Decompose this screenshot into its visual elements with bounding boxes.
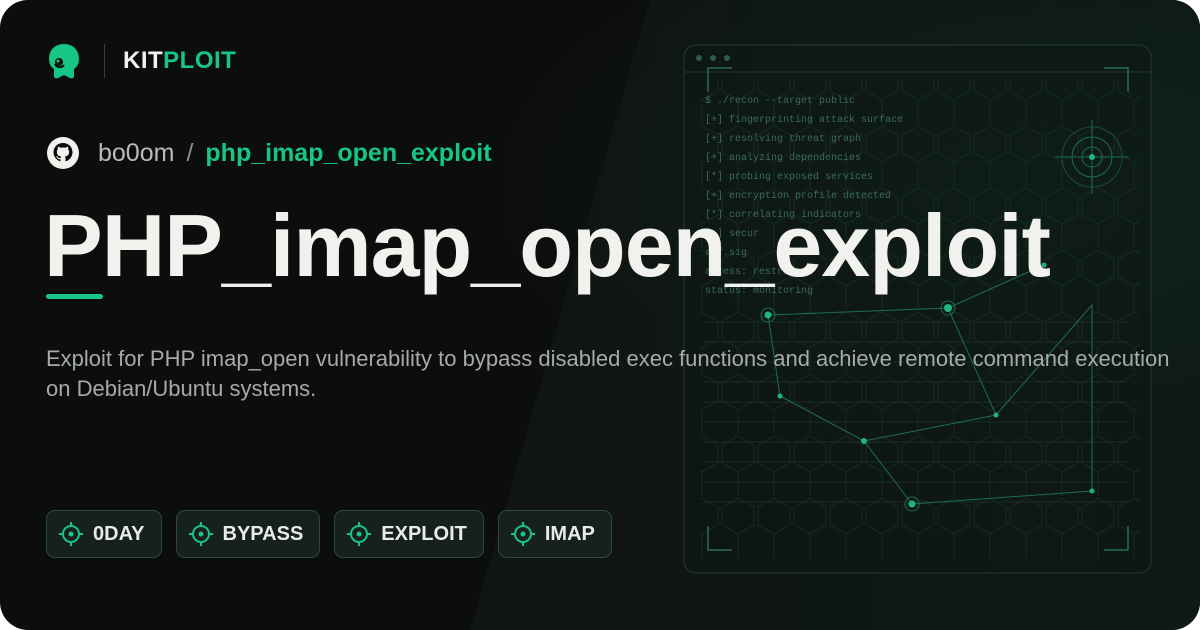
brand-wordmark-kit: KIT — [123, 47, 164, 74]
tag-bypass[interactable]: BYPASS — [175, 510, 321, 558]
tag-label: EXPLOIT — [381, 522, 467, 545]
brand-logo[interactable]: KITPLOIT — [46, 42, 236, 80]
tag-imap[interactable]: IMAP — [497, 510, 612, 558]
brand-wordmark: KITPLOIT — [123, 47, 236, 75]
breadcrumb-separator: / — [186, 138, 194, 167]
terminal-line: [+] resolving threat graph — [705, 133, 861, 145]
terminal-line: [+] analyzing dependencies — [705, 152, 861, 164]
repo-description: Exploit for PHP imap_open vulnerability … — [46, 346, 1170, 401]
tag-exploit[interactable]: EXPLOIT — [334, 510, 484, 558]
page-title: PHP_imap_open_exploit — [44, 196, 1051, 295]
terminal-line: $ ./recon --target public — [705, 95, 855, 107]
brand-wordmark-ploit: PLOIT — [163, 47, 237, 74]
tag-label: BYPASS — [222, 522, 304, 545]
crosshair-icon — [510, 522, 535, 546]
terminal-line: [*] probing exposed services — [705, 171, 873, 183]
repo-name[interactable]: php_imap_open_exploit — [205, 139, 491, 168]
tag-0day[interactable]: 0DAY — [46, 510, 162, 558]
tag-list: 0DAY BYPASS EXPLOIT IMAP — [46, 510, 612, 558]
social-card: $ ./recon --target public [+] fingerprint… — [0, 0, 1200, 630]
title-underline — [46, 294, 103, 299]
repo-breadcrumb: bo0om / php_imap_open_exploit — [46, 134, 492, 172]
crosshair-icon — [188, 522, 213, 546]
crosshair-icon — [59, 522, 83, 546]
logo-divider — [104, 44, 105, 78]
github-icon[interactable] — [46, 136, 80, 170]
terminal-line: [+] fingerprinting attack surface — [705, 114, 903, 126]
tag-label: IMAP — [544, 522, 595, 545]
kitploit-mascot-icon — [49, 44, 79, 79]
tag-label: 0DAY — [93, 522, 145, 545]
crosshair-icon — [347, 522, 372, 546]
repo-owner[interactable]: bo0om — [98, 139, 174, 168]
